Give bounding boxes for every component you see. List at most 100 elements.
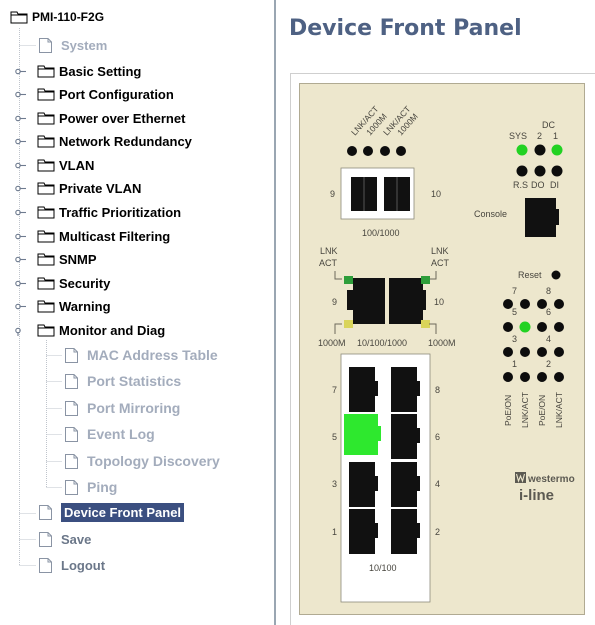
port-1[interactable] — [349, 509, 375, 554]
rj45-port[interactable] — [389, 278, 423, 324]
expand-icon[interactable] — [15, 278, 26, 289]
led-port-number: 4 — [546, 334, 551, 344]
page-title: Device Front Panel — [289, 16, 522, 41]
tree-root[interactable]: PMI-110-F2G — [10, 7, 104, 27]
tree-folder-private-vlan[interactable]: Private VLAN — [15, 178, 141, 198]
link-led — [421, 276, 430, 284]
expand-icon[interactable] — [15, 231, 26, 242]
port-led — [520, 372, 530, 382]
tree-folder-label: Warning — [59, 298, 111, 314]
port-led-active — [519, 321, 531, 333]
tree-folder-label: Security — [59, 275, 111, 291]
tree-item-mac-address-table[interactable]: MAC Address Table — [64, 345, 218, 365]
expand-icon[interactable] — [15, 66, 26, 77]
led-port-number: 3 — [512, 334, 517, 344]
tree-folder-vlan[interactable]: VLAN — [15, 155, 94, 175]
page-icon — [39, 557, 52, 573]
expand-icon[interactable] — [15, 160, 26, 171]
tree-item-save[interactable]: Save — [38, 529, 91, 549]
di-label: DI — [550, 180, 559, 190]
led-bottom-label: LNK/ACT — [520, 392, 530, 428]
sys-led — [516, 144, 528, 156]
page-icon — [65, 400, 78, 416]
top-led-labels: LNK/ACT 1000M LNK/ACT 1000M — [349, 104, 420, 137]
dc1-label: 1 — [553, 131, 558, 141]
tree-folder-port-configuration[interactable]: Port Configuration — [15, 84, 174, 104]
port-number: 8 — [435, 385, 440, 395]
tree-item-label: Device Front Panel — [61, 502, 185, 522]
led-port-number: 6 — [546, 307, 551, 317]
port-led — [520, 347, 530, 357]
expand-icon[interactable] — [15, 136, 26, 147]
port-6[interactable] — [391, 414, 417, 459]
tree-folder-snmp[interactable]: SNMP — [15, 249, 97, 269]
folder-icon — [37, 253, 55, 266]
tree-item-device-front-panel[interactable]: Device Front Panel — [38, 502, 185, 522]
tree-item-label: Save — [61, 531, 92, 547]
tree-item-ping[interactable]: Ping — [64, 477, 117, 497]
tree-root-label: PMI-110-F2G — [32, 10, 105, 24]
console-label: Console — [474, 209, 507, 219]
led-port-number: 2 — [546, 359, 551, 369]
led-bottom-label: LNK/ACT — [554, 392, 564, 428]
navigation-tree: PMI-110-F2G System Basic Setting Port Co… — [0, 0, 276, 625]
port-5[interactable] — [344, 414, 378, 455]
console-port[interactable] — [525, 198, 556, 237]
tree-folder-network-redundancy[interactable]: Network Redundancy — [15, 131, 192, 151]
rs-label: R.S — [513, 180, 528, 190]
reset-label: Reset — [518, 270, 542, 280]
tree-folder-multicast-filtering[interactable]: Multicast Filtering — [15, 226, 171, 246]
port-led — [503, 347, 513, 357]
folder-icon — [37, 206, 55, 219]
tree-folder-traffic-prioritization[interactable]: Traffic Prioritization — [15, 202, 181, 222]
collapse-icon[interactable] — [15, 325, 26, 336]
brand-line: i-line — [519, 487, 554, 504]
expand-icon[interactable] — [15, 183, 26, 194]
port-7[interactable] — [349, 367, 375, 412]
page-icon — [65, 453, 78, 469]
expand-icon[interactable] — [15, 254, 26, 265]
port-8[interactable] — [391, 367, 417, 412]
sfp-port-label: 9 — [330, 189, 335, 199]
tree-folder-power-over-ethernet[interactable]: Power over Ethernet — [15, 108, 186, 128]
reset-button[interactable] — [551, 270, 561, 280]
tree-folder-basic-setting[interactable]: Basic Setting — [15, 61, 141, 81]
port-led — [554, 299, 564, 309]
folder-icon — [37, 88, 55, 101]
port-led — [537, 372, 547, 382]
do-label: DO — [531, 180, 545, 190]
tree-item-port-mirroring[interactable]: Port Mirroring — [64, 398, 180, 418]
expand-icon[interactable] — [15, 207, 26, 218]
port-3[interactable] — [349, 462, 375, 507]
led-port-number: 8 — [546, 286, 551, 296]
port-4[interactable] — [391, 462, 417, 507]
di-led — [551, 165, 563, 177]
sfp-speed-label: 100/1000 — [362, 228, 400, 238]
tree-item-logout[interactable]: Logout — [38, 555, 105, 575]
tree-item-system[interactable]: System — [38, 35, 107, 55]
tree-item-label: System — [61, 37, 108, 53]
expand-icon[interactable] — [15, 301, 26, 312]
tree-item-label: Logout — [61, 557, 106, 573]
expand-icon[interactable] — [15, 113, 26, 124]
tree-folder-warning[interactable]: Warning — [15, 296, 111, 316]
speed-led — [344, 320, 353, 328]
port-2[interactable] — [391, 509, 417, 554]
tree-item-topology-discovery[interactable]: Topology Discovery — [64, 451, 220, 471]
tree-folder-label: Power over Ethernet — [59, 110, 186, 126]
tree-item-event-log[interactable]: Event Log — [64, 424, 155, 444]
tree-folder-label: Multicast Filtering — [59, 228, 171, 244]
port-block-speed: 10/100 — [369, 563, 397, 573]
tree-folder-monitor-and-diag[interactable]: Monitor and Diag — [15, 320, 165, 340]
led-indicator — [347, 146, 357, 156]
tree-item-port-statistics[interactable]: Port Statistics — [64, 371, 181, 391]
rj45-port[interactable] — [353, 278, 385, 324]
expand-icon[interactable] — [15, 89, 26, 100]
dc-label: DC — [542, 120, 555, 130]
led-bottom-label: PoE/ON — [503, 395, 513, 426]
rj-left-top-label: LNK — [320, 246, 338, 256]
tree-folder-security[interactable]: Security — [15, 273, 111, 293]
led-port-number: 7 — [512, 286, 517, 296]
folder-icon — [37, 135, 55, 148]
tree-item-label: Topology Discovery — [87, 453, 220, 469]
